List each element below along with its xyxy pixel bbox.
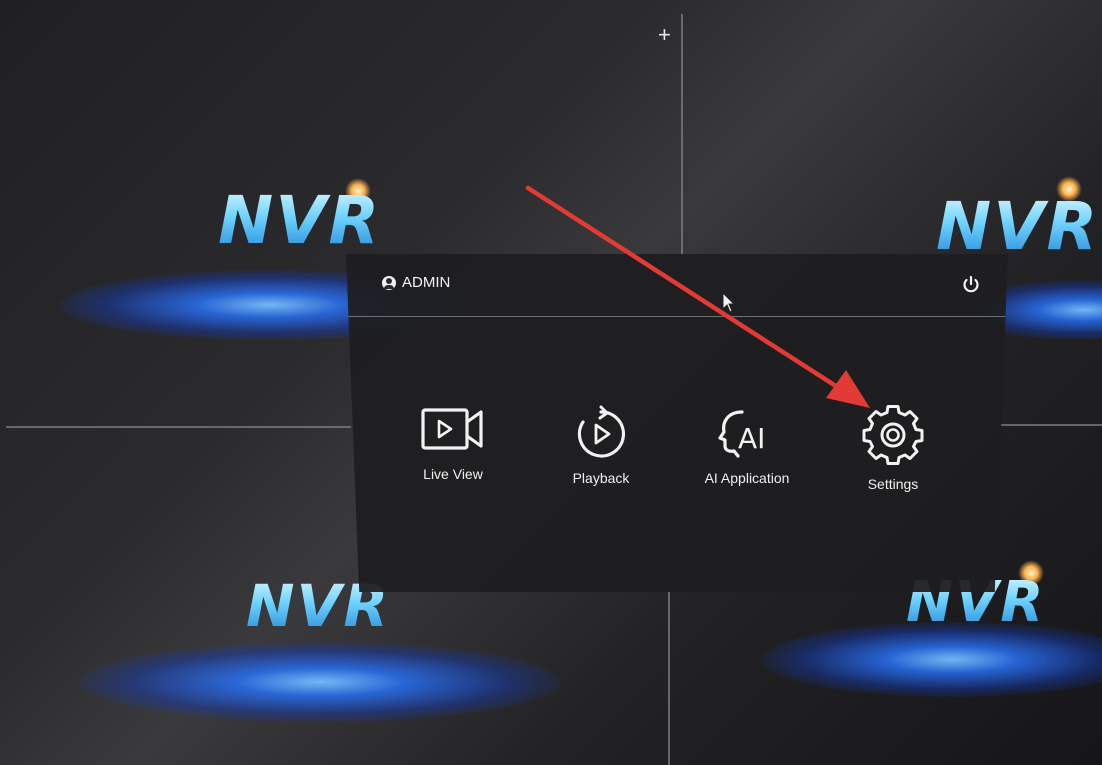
annotation-arrow — [525, 185, 870, 408]
nvr-screen: NVR NVR NVR NVR + ADMIN Live View Playba… — [0, 0, 1102, 765]
